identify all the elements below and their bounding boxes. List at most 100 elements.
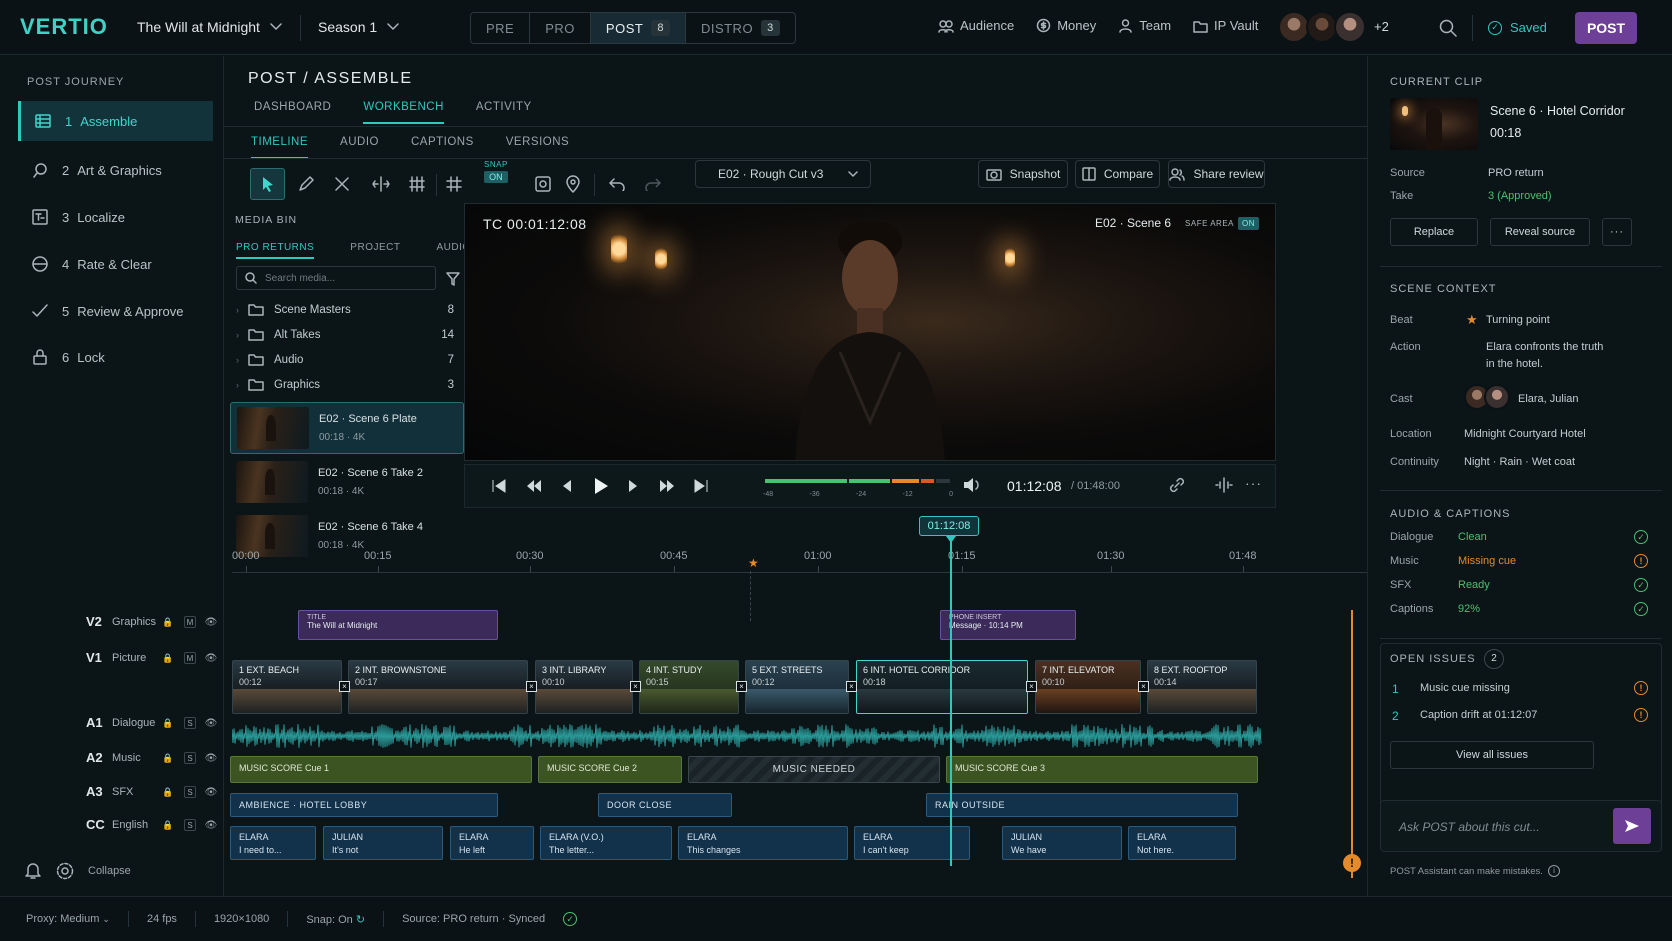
phase-pro[interactable]: PRO — [530, 13, 591, 43]
tab-project[interactable]: PROJECT — [350, 242, 400, 259]
link-icon[interactable] — [1169, 477, 1185, 493]
compare-button[interactable]: Compare — [1075, 160, 1160, 188]
track-toggle-button[interactable]: M — [184, 616, 196, 628]
warning-icon[interactable]: ! — [1343, 854, 1361, 872]
more-options-icon[interactable]: ··· — [1602, 218, 1632, 246]
collapse-button[interactable]: Collapse — [88, 865, 131, 877]
media-search-input[interactable]: Search media... — [236, 266, 436, 290]
folder-audio[interactable]: › Audio 7 — [236, 348, 454, 372]
more-options-icon[interactable]: ··· — [1245, 475, 1262, 491]
transition-icon[interactable]: × — [1026, 681, 1037, 692]
caption-clip[interactable]: ELARA I need to... — [230, 826, 316, 860]
caption-clip[interactable]: ELARA I can't keep — [854, 826, 970, 860]
track-toggle-button[interactable]: M — [184, 652, 196, 664]
select-tool[interactable] — [250, 168, 285, 200]
tab-pro-returns[interactable]: PRO RETURNS — [236, 242, 315, 259]
tab-activity[interactable]: ACTIVITY — [476, 101, 532, 124]
graphics-clip-phone-insert[interactable]: PHONE INSERT Message · 10:14 PM — [940, 610, 1076, 640]
volume-icon[interactable] — [963, 477, 981, 493]
music-clip[interactable]: MUSIC SCORE Cue 2 — [538, 756, 682, 783]
tab-timeline[interactable]: TIMELINE — [251, 136, 309, 159]
filter-icon[interactable] — [446, 272, 460, 286]
picture-clip[interactable]: 4 INT. STUDY 00:15 — [639, 660, 739, 714]
eye-icon[interactable]: 👁 — [205, 652, 218, 664]
caption-clip[interactable]: JULIAN It's not — [323, 826, 443, 860]
transition-icon[interactable]: × — [736, 681, 747, 692]
sidebar-item-review-approve[interactable]: 5 Review & Approve — [18, 291, 213, 331]
lock-icon[interactable]: 🔒 — [162, 616, 174, 628]
sidebar-item-lock[interactable]: 6 Lock — [18, 337, 213, 377]
track-toggle-button[interactable]: S — [184, 786, 196, 798]
sidebar-item-art-graphics[interactable]: 2 Art & Graphics — [18, 150, 213, 190]
sfx-clip[interactable]: RAIN OUTSIDE — [926, 793, 1238, 817]
track-toggle-button[interactable]: S — [184, 717, 196, 729]
caption-clip[interactable]: ELARA Not here. — [1128, 826, 1236, 860]
fast-forward-icon[interactable] — [659, 479, 675, 493]
post-button[interactable]: POST — [1575, 12, 1637, 44]
step-forward-icon[interactable] — [627, 479, 639, 493]
sfx-clip[interactable]: AMBIENCE · HOTEL LOBBY — [230, 793, 498, 817]
playhead-line[interactable] — [950, 542, 952, 866]
sidebar-item-localize[interactable]: 3 Localize — [18, 197, 213, 237]
skip-start-icon[interactable] — [491, 479, 507, 493]
tab-audio[interactable]: AUDIO — [340, 136, 379, 159]
sidebar-item-rate-clear[interactable]: 4 Rate & Clear — [18, 244, 213, 284]
lock-icon[interactable]: 🔒 — [162, 717, 174, 729]
undo-button[interactable] — [599, 168, 634, 200]
caption-clip[interactable]: ELARA He left — [450, 826, 534, 860]
bell-icon[interactable] — [24, 861, 42, 881]
transition-icon[interactable]: × — [630, 681, 641, 692]
nav-team[interactable]: Team — [1118, 18, 1171, 33]
music-needed-gap[interactable]: MUSIC NEEDED — [688, 756, 940, 783]
rewind-icon[interactable] — [526, 479, 542, 493]
skip-end-icon[interactable] — [693, 479, 709, 493]
phase-distro[interactable]: DISTRO 3 — [686, 13, 795, 43]
media-clip[interactable]: E02 · Scene 6 Plate 00:18 · 4K — [230, 402, 464, 454]
proxy-selector[interactable]: Proxy: Medium ⌄ — [26, 913, 110, 925]
blade-tool[interactable] — [288, 168, 323, 200]
trim-tool[interactable] — [324, 168, 359, 200]
tab-versions[interactable]: VERSIONS — [506, 136, 569, 159]
dialogue-waveform[interactable] — [232, 722, 1262, 750]
picture-clip-selected[interactable]: 6 INT. HOTEL CORRIDOR 00:18 — [856, 660, 1028, 714]
tab-workbench[interactable]: WORKBENCH — [363, 101, 444, 124]
ripple-tool[interactable] — [363, 168, 398, 200]
caption-clip[interactable]: ELARA (V.O.) The letter... — [540, 826, 672, 860]
transition-icon[interactable]: × — [846, 681, 857, 692]
eye-icon[interactable]: 👁 — [205, 717, 218, 729]
replace-button[interactable]: Replace — [1390, 218, 1478, 246]
music-clip[interactable]: MUSIC SCORE Cue 1 — [230, 756, 532, 783]
season-selector[interactable]: Season 1 — [318, 19, 399, 35]
gear-icon[interactable] — [55, 861, 75, 881]
sidebar-item-assemble[interactable]: 1 Assemble — [18, 101, 213, 141]
search-icon[interactable] — [1439, 19, 1457, 37]
eye-icon[interactable]: 👁 — [205, 786, 218, 798]
nav-ip-vault[interactable]: IP Vault — [1193, 18, 1258, 33]
safe-area-toggle[interactable]: SAFE AREA ON — [1185, 216, 1259, 230]
picture-clip[interactable]: 3 INT. LIBRARY 00:10 — [535, 660, 633, 714]
transition-icon[interactable]: × — [1138, 681, 1149, 692]
media-clip[interactable]: E02 · Scene 6 Take 2 00:18 · 4K — [230, 456, 464, 508]
grid-tool[interactable] — [436, 168, 471, 200]
redo-button[interactable] — [635, 168, 670, 200]
play-icon[interactable] — [593, 477, 609, 495]
graphics-clip-title[interactable]: TITLE The Will at Midnight — [298, 610, 498, 640]
track-toggle-button[interactable]: S — [184, 752, 196, 764]
info-icon[interactable]: i — [1548, 865, 1560, 877]
share-review-button[interactable]: Share review — [1168, 160, 1265, 188]
assistant-input[interactable]: Ask POST about this cut... — [1380, 800, 1662, 852]
transition-icon[interactable]: × — [526, 681, 537, 692]
track-toggle-button[interactable]: S — [184, 819, 196, 831]
eye-icon[interactable]: 👁 — [205, 819, 218, 831]
send-button[interactable] — [1613, 808, 1651, 844]
phase-post[interactable]: POST 8 — [590, 13, 686, 43]
lock-icon[interactable]: 🔒 — [162, 786, 174, 798]
issue-item[interactable]: Music cue missing — [1420, 682, 1510, 694]
picture-clip[interactable]: 1 EXT. BEACH 00:12 — [232, 660, 342, 714]
nav-money[interactable]: Money — [1036, 18, 1096, 33]
snap-toggle[interactable]: SNAP ON — [484, 160, 508, 183]
video-viewer[interactable]: TC 00:01:12:08 E02 · Scene 6 SAFE AREA ON — [464, 203, 1276, 461]
lock-icon[interactable]: 🔒 — [162, 819, 174, 831]
folder-alt-takes[interactable]: › Alt Takes 14 — [236, 323, 454, 347]
eye-icon[interactable]: 👁 — [205, 752, 218, 764]
